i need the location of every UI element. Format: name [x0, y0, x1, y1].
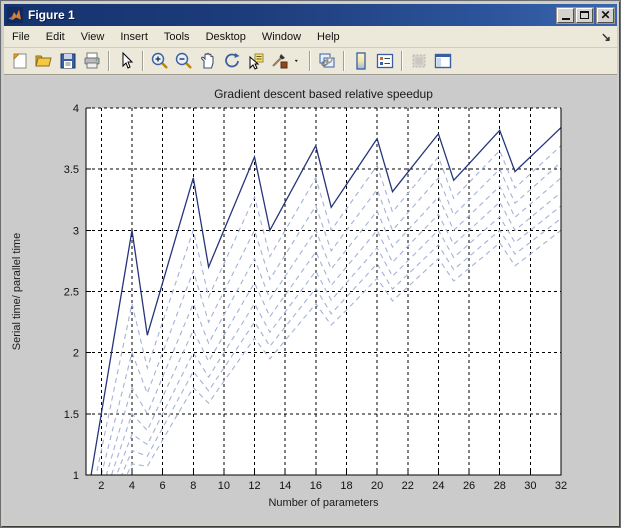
menu-item-help[interactable]: Help [309, 28, 348, 46]
x-tick-label: 8 [190, 480, 196, 492]
brush-dropdown-caret-icon [293, 51, 304, 71]
pan-hand-button[interactable] [197, 50, 219, 72]
x-tick-label: 18 [340, 480, 352, 492]
rotate-3d-button[interactable] [221, 50, 243, 72]
figure-window: Figure 1 ✕ FileEditViewInsertToolsDeskto… [0, 0, 621, 528]
y-tick-label: 2 [73, 348, 79, 360]
y-tick-label: 4 [73, 103, 79, 115]
insert-legend-icon [375, 51, 395, 71]
y-tick-label: 2.5 [64, 287, 79, 299]
save-figure-button[interactable] [57, 50, 79, 72]
toolbar-separator [309, 51, 311, 71]
menu-item-file[interactable]: File [4, 28, 38, 46]
toolbar-separator [108, 51, 110, 71]
toolbar-separator [401, 51, 403, 71]
x-tick-label: 2 [98, 480, 104, 492]
y-tick-label: 1 [73, 470, 79, 482]
x-tick-label: 12 [248, 480, 260, 492]
new-figure-icon [10, 51, 30, 71]
menu-item-insert[interactable]: Insert [112, 28, 156, 46]
menu-bar: FileEditViewInsertToolsDesktopWindowHelp… [4, 26, 617, 48]
minimize-icon [562, 18, 570, 20]
x-tick-label: 24 [432, 480, 444, 492]
open-file-button[interactable] [33, 50, 55, 72]
x-axis-label: Number of parameters [268, 497, 379, 509]
speedup-plot: 246810121416182022242628303211.522.533.5… [4, 76, 621, 528]
x-tick-label: 6 [160, 480, 166, 492]
brush-data-icon [270, 51, 290, 71]
x-tick-label: 26 [463, 480, 475, 492]
pan-hand-icon [198, 51, 218, 71]
window-title: Figure 1 [28, 8, 555, 22]
insert-colorbar-icon [351, 51, 371, 71]
menu-item-window[interactable]: Window [254, 28, 309, 46]
data-cursor-button[interactable] [245, 50, 267, 72]
zoom-in-button[interactable] [149, 50, 171, 72]
x-tick-label: 22 [402, 480, 414, 492]
y-axis-label: Serial time/ parallel time [11, 233, 23, 350]
toolbar-separator [142, 51, 144, 71]
brush-dropdown-caret-button[interactable] [293, 50, 304, 72]
title-bar[interactable]: Figure 1 ✕ [4, 4, 617, 26]
link-plot-icon [317, 51, 337, 71]
dock-figure-arrow-icon[interactable]: ↘ [601, 30, 611, 44]
x-tick-label: 20 [371, 480, 383, 492]
print-figure-icon [82, 51, 102, 71]
matlab-logo-icon [7, 7, 23, 23]
brush-data-button[interactable] [269, 50, 291, 72]
hide-plot-tools-icon [409, 51, 429, 71]
y-tick-label: 3.5 [64, 164, 79, 176]
y-tick-label: 3 [73, 225, 79, 237]
menu-items: FileEditViewInsertToolsDesktopWindowHelp [4, 31, 348, 43]
plot-title: Gradient descent based relative speedup [214, 87, 433, 101]
x-tick-label: 28 [494, 480, 506, 492]
x-tick-label: 10 [218, 480, 230, 492]
figure-canvas[interactable]: 246810121416182022242628303211.522.533.5… [4, 76, 617, 524]
menu-item-tools[interactable]: Tools [156, 28, 198, 46]
show-plot-tools-icon [433, 51, 453, 71]
edit-plot-pointer-button[interactable] [115, 50, 137, 72]
figure-toolbar [4, 48, 617, 75]
x-tick-label: 4 [129, 480, 135, 492]
close-button[interactable]: ✕ [597, 8, 614, 23]
show-plot-tools-button[interactable] [432, 50, 454, 72]
new-figure-button[interactable] [9, 50, 31, 72]
hide-plot-tools-button[interactable] [408, 50, 430, 72]
zoom-out-icon [174, 51, 194, 71]
menu-item-view[interactable]: View [73, 28, 113, 46]
toolbar-separator [343, 51, 345, 71]
zoom-in-icon [150, 51, 170, 71]
menu-item-edit[interactable]: Edit [38, 28, 73, 46]
insert-legend-button[interactable] [374, 50, 396, 72]
y-tick-label: 1.5 [64, 409, 79, 421]
menu-item-desktop[interactable]: Desktop [198, 28, 254, 46]
x-tick-label: 32 [555, 480, 567, 492]
maximize-icon [580, 11, 589, 19]
data-cursor-icon [246, 51, 266, 71]
print-figure-button[interactable] [81, 50, 103, 72]
x-tick-label: 30 [524, 480, 536, 492]
rotate-3d-icon [222, 51, 242, 71]
maximize-button[interactable] [576, 8, 593, 23]
close-icon: ✕ [600, 10, 610, 20]
open-file-icon [34, 51, 54, 71]
zoom-out-button[interactable] [173, 50, 195, 72]
x-tick-label: 16 [310, 480, 322, 492]
x-tick-label: 14 [279, 480, 291, 492]
insert-colorbar-button[interactable] [350, 50, 372, 72]
edit-plot-pointer-icon [116, 51, 136, 71]
link-plot-button[interactable] [316, 50, 338, 72]
save-figure-icon [58, 51, 78, 71]
minimize-button[interactable] [557, 8, 574, 23]
